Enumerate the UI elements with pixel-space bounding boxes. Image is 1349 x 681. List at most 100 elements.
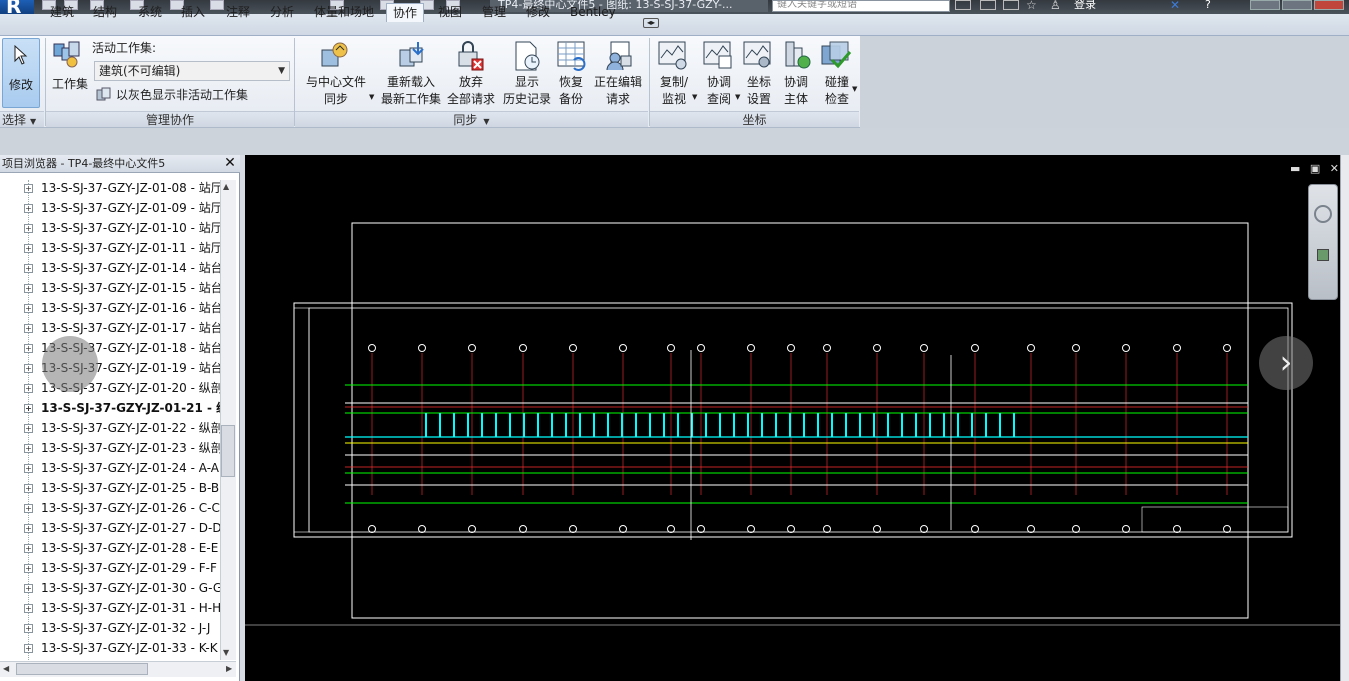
help-icon[interactable]: ? — [1205, 0, 1211, 10]
expand-icon[interactable]: + — [24, 404, 33, 413]
gray-inactive-worksets-button[interactable]: 以灰色显示非活动工作集 — [116, 87, 248, 103]
maximize-button[interactable] — [1282, 0, 1312, 10]
interference-check-line2[interactable]: 检查 — [818, 91, 856, 107]
worksets-button[interactable]: 工作集 — [50, 76, 90, 92]
sheet-list-item[interactable]: +13-S-SJ-37-GZY-JZ-01-27 - D-D — [24, 518, 220, 538]
sheet-list-item[interactable]: +13-S-SJ-37-GZY-JZ-01-30 - G-G — [24, 578, 220, 598]
coordination-host-line2[interactable]: 主体 — [778, 91, 814, 107]
relinquish-all-line1[interactable]: 放弃 — [440, 74, 502, 90]
login-button[interactable]: 登录 — [1074, 0, 1096, 10]
expand-icon[interactable]: + — [24, 364, 33, 373]
reload-latest-line2[interactable]: 最新工作集 — [378, 91, 444, 107]
minimize-button[interactable] — [1250, 0, 1280, 10]
close-window-button[interactable] — [1314, 0, 1344, 10]
communication-icon[interactable] — [1003, 0, 1019, 10]
copy-monitor-line1[interactable]: 复制/ — [655, 74, 693, 90]
sheet-list-item[interactable]: +13-S-SJ-37-GZY-JZ-01-33 - K-K — [24, 638, 220, 658]
editing-requests-line2[interactable]: 请求 — [590, 91, 646, 107]
sync-central-line1[interactable]: 与中心文件 — [303, 74, 369, 90]
tab-massing-site[interactable]: 体量和场地 — [314, 3, 374, 22]
tab-systems[interactable]: 系统 — [138, 3, 162, 22]
expand-icon[interactable]: + — [24, 184, 33, 193]
tab-architecture[interactable]: 建筑 — [50, 3, 74, 22]
user-icon[interactable]: ♙ — [1050, 0, 1061, 11]
tab-insert[interactable]: 插入 — [181, 3, 205, 22]
restore-backup-line1[interactable]: 恢复 — [553, 74, 589, 90]
sheet-list-item[interactable]: +13-S-SJ-37-GZY-JZ-01-15 - 站台 — [24, 278, 220, 298]
expand-icon[interactable]: + — [24, 564, 33, 573]
exchange-apps-icon[interactable]: ✕ — [1170, 0, 1180, 11]
tab-modify[interactable]: 修改 — [526, 3, 550, 22]
tab-manage[interactable]: 管理 — [482, 3, 506, 22]
tab-annotate[interactable]: 注释 — [226, 3, 250, 22]
expand-icon[interactable]: + — [24, 304, 33, 313]
sheet-list-item[interactable]: +13-S-SJ-37-GZY-JZ-01-14 - 站台 — [24, 258, 220, 278]
sheet-list-item[interactable]: +13-S-SJ-37-GZY-JZ-01-22 - 纵剖 — [24, 418, 220, 438]
expand-icon[interactable]: + — [24, 504, 33, 513]
expand-icon[interactable]: + — [24, 464, 33, 473]
expand-icon[interactable]: + — [24, 524, 33, 533]
sync-dropdown-icon[interactable]: ▼ — [369, 93, 374, 101]
interference-check-line1[interactable]: 碰撞 — [818, 74, 856, 90]
expand-icon[interactable]: + — [24, 224, 33, 233]
copy-monitor-dropdown-icon[interactable]: ▼ — [692, 93, 697, 101]
expand-icon[interactable]: + — [24, 444, 33, 453]
expand-icon[interactable]: + — [24, 204, 33, 213]
expand-icon[interactable]: + — [24, 284, 33, 293]
expand-icon[interactable]: + — [24, 604, 33, 613]
expand-icon[interactable]: + — [24, 644, 33, 653]
sheet-list-item[interactable]: +13-S-SJ-37-GZY-JZ-01-08 - 站厅 — [24, 178, 220, 198]
reload-latest-line1[interactable]: 重新载入 — [378, 74, 444, 90]
show-history-line1[interactable]: 显示 — [498, 74, 556, 90]
relinquish-all-line2[interactable]: 全部请求 — [440, 91, 502, 107]
sheet-list-item[interactable]: +13-S-SJ-37-GZY-JZ-01-09 - 站厅 — [24, 198, 220, 218]
sync-central-line2[interactable]: 同步 — [303, 91, 369, 107]
zoom-icon[interactable] — [1317, 249, 1329, 261]
favorites-star-icon[interactable]: ☆ — [1026, 0, 1037, 11]
expand-icon[interactable]: + — [24, 424, 33, 433]
drawing-canvas[interactable] — [245, 155, 1340, 681]
interference-check-dropdown-icon[interactable]: ▼ — [852, 85, 857, 93]
scroll-left-icon[interactable]: ◀ — [3, 664, 9, 673]
steering-wheel-icon[interactable] — [1314, 205, 1332, 223]
active-workset-dropdown[interactable]: 建筑(不可编辑) ▼ — [94, 61, 290, 81]
select-panel-title[interactable]: 选择 ▼ — [0, 111, 44, 127]
expand-icon[interactable]: + — [24, 484, 33, 493]
expand-icon[interactable]: + — [24, 264, 33, 273]
scroll-right-icon[interactable]: ▶ — [226, 664, 232, 673]
expand-icon[interactable]: + — [24, 584, 33, 593]
tab-collaborate[interactable]: 协作 — [386, 3, 425, 22]
modify-button[interactable]: 修改 — [2, 38, 40, 108]
tab-view[interactable]: 视图 — [438, 3, 462, 22]
measure-icon[interactable] — [210, 0, 224, 10]
close-icon[interactable]: ✕ — [222, 155, 238, 172]
subscription-icon[interactable] — [980, 0, 996, 10]
coordination-review-line1[interactable]: 协调 — [701, 74, 737, 90]
sheet-list-item[interactable]: +13-S-SJ-37-GZY-JZ-01-29 - F-F — [24, 558, 220, 578]
sheet-list-item[interactable]: +13-S-SJ-37-GZY-JZ-01-28 - E-E — [24, 538, 220, 558]
sheet-list-item[interactable]: +13-S-SJ-37-GZY-JZ-01-11 - 站厅 — [24, 238, 220, 258]
scroll-up-icon[interactable]: ▲ — [223, 182, 229, 191]
sheet-list-item[interactable]: +13-S-SJ-37-GZY-JZ-01-24 - A-A — [24, 458, 220, 478]
scroll-down-icon[interactable]: ▼ — [223, 648, 229, 657]
binoculars-icon[interactable] — [955, 0, 971, 10]
view-window-controls[interactable]: ▬ ▣ ✕ — [1290, 162, 1342, 175]
editing-requests-line1[interactable]: 正在编辑 — [590, 74, 646, 90]
sheet-list-item[interactable]: +13-S-SJ-37-GZY-JZ-01-25 - B-B — [24, 478, 220, 498]
browser-horizontal-scroll-thumb[interactable] — [16, 663, 148, 675]
expand-icon[interactable]: + — [24, 344, 33, 353]
copy-monitor-line2[interactable]: 监视 — [655, 91, 693, 107]
synchronize-panel-title[interactable]: 同步 ▼ — [295, 111, 648, 127]
sheet-list-item[interactable]: +13-S-SJ-37-GZY-JZ-01-32 - J-J — [24, 618, 220, 638]
coordinate-settings-line2[interactable]: 设置 — [741, 91, 777, 107]
coordination-host-line1[interactable]: 协调 — [778, 74, 814, 90]
coordination-review-dropdown-icon[interactable]: ▼ — [735, 93, 740, 101]
sheet-list-item[interactable]: +13-S-SJ-37-GZY-JZ-01-23 - 纵剖 — [24, 438, 220, 458]
previous-overlay-circle[interactable] — [42, 336, 98, 392]
sheet-list-item[interactable]: +13-S-SJ-37-GZY-JZ-01-17 - 站台 — [24, 318, 220, 338]
browser-vertical-scroll-thumb[interactable] — [221, 425, 235, 477]
show-history-line2[interactable]: 历史记录 — [498, 91, 556, 107]
sheet-list-item[interactable]: +13-S-SJ-37-GZY-JZ-01-21 - 纵剖 — [24, 398, 220, 418]
tab-structure[interactable]: 结构 — [93, 3, 117, 22]
tab-analyze[interactable]: 分析 — [270, 3, 294, 22]
